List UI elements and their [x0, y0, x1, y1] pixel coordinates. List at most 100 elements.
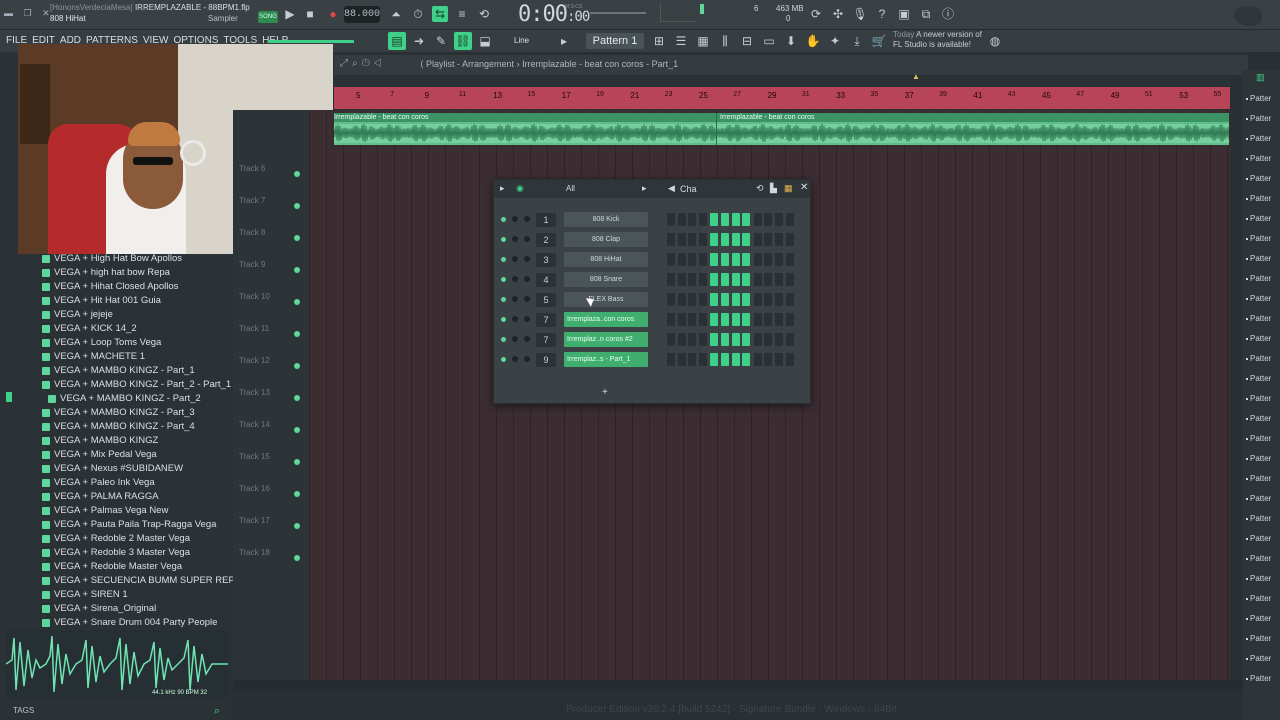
step-on[interactable] [731, 273, 740, 286]
channel-mute-led[interactable] [501, 277, 506, 282]
pattern-list-item[interactable]: Patter [1245, 414, 1271, 423]
pattern-list-item[interactable]: Patter [1245, 234, 1271, 243]
rack-filter-arrow-icon[interactable]: ▸ [642, 183, 647, 194]
step-on[interactable] [710, 313, 719, 326]
pattern-picker-icon[interactable]: ▥ [1256, 72, 1265, 83]
track-header[interactable]: Track 7 [236, 190, 306, 222]
channel-volume-knob[interactable] [524, 316, 530, 322]
step-on[interactable] [710, 333, 719, 346]
step-off[interactable] [764, 253, 773, 266]
pattern-list-item[interactable]: Patter [1245, 434, 1271, 443]
tags-label[interactable]: TAGS [13, 706, 34, 715]
channel-name-button[interactable]: 808 HiHat [564, 252, 648, 267]
step-off[interactable] [667, 313, 675, 326]
step-off[interactable] [667, 233, 675, 246]
step-off[interactable] [667, 293, 675, 306]
track-mute-led[interactable] [294, 491, 300, 497]
browser-item[interactable]: VEGA + jejeje [0, 308, 233, 322]
track-header[interactable]: Track 18 [236, 542, 306, 574]
step-on[interactable] [710, 273, 719, 286]
step-off[interactable] [764, 333, 773, 346]
step-off[interactable] [688, 333, 697, 346]
microphone-icon[interactable]: 🎙 [852, 6, 868, 22]
master-pitch-slider[interactable] [268, 40, 354, 43]
pattern-list-item[interactable]: Patter [1245, 654, 1271, 663]
step-off[interactable] [698, 253, 707, 266]
pattern-add-icon[interactable]: ⊞ [650, 32, 668, 50]
step-off[interactable] [698, 293, 707, 306]
step-off[interactable] [698, 353, 707, 366]
track-mute-led[interactable] [294, 331, 300, 337]
channel-name-button[interactable]: 808 Kick [564, 212, 648, 227]
browser-item[interactable]: VEGA + Sirena_Original [0, 602, 233, 616]
rack-filter[interactable]: All [566, 184, 575, 193]
browser-item[interactable]: VEGA + Pauta Paila Trap-Ragga Vega [0, 518, 233, 532]
tools-icon[interactable]: ✣ [830, 6, 846, 22]
step-off[interactable] [764, 293, 773, 306]
pattern-list-item[interactable]: Patter [1245, 534, 1271, 543]
channel-rack-icon[interactable]: ⊟ [738, 32, 756, 50]
step-on[interactable] [721, 353, 729, 366]
track-header[interactable]: Track 17 [236, 510, 306, 542]
track-mute-led[interactable] [294, 363, 300, 369]
channel-mute-led[interactable] [501, 257, 506, 262]
step-off[interactable] [785, 333, 794, 346]
browser-item[interactable]: VEGA + Snare Drum 004 Party People [0, 616, 233, 630]
step-off[interactable] [785, 313, 794, 326]
playlist-hscroll[interactable] [233, 680, 1243, 690]
step-on[interactable] [710, 353, 719, 366]
step-off[interactable] [753, 333, 762, 346]
browser-item[interactable]: VEGA + Loop Toms Vega [0, 336, 233, 350]
step-on[interactable] [721, 253, 729, 266]
step-on[interactable] [721, 213, 729, 226]
channel-mixer-track[interactable]: 2 [536, 233, 556, 247]
channel-volume-knob[interactable] [524, 256, 530, 262]
channel-pan-knob[interactable] [512, 276, 518, 282]
touch-icon[interactable]: ✋ [804, 32, 822, 50]
step-off[interactable] [688, 273, 697, 286]
step-off[interactable] [775, 313, 783, 326]
step-off[interactable] [677, 273, 686, 286]
step-on[interactable] [721, 233, 729, 246]
channel-volume-knob[interactable] [524, 276, 530, 282]
track-mute-led[interactable] [294, 171, 300, 177]
rack-swing-icon[interactable]: ◉ [516, 183, 524, 194]
step-off[interactable] [667, 273, 675, 286]
track-mute-led[interactable] [294, 235, 300, 241]
countdown-icon[interactable]: ⇆ [432, 6, 448, 22]
magic-icon[interactable]: ✦ [826, 32, 844, 50]
channel-name-button[interactable]: Irremplaza..con coros [564, 312, 648, 327]
browser-item[interactable]: VEGA + high hat bow Repa [0, 266, 233, 280]
master-volume-slider[interactable] [590, 12, 646, 14]
step-off[interactable] [677, 293, 686, 306]
step-off[interactable] [667, 333, 675, 346]
playlist-icon[interactable]: ☰ [672, 32, 690, 50]
track-header[interactable]: Track 10 [236, 286, 306, 318]
channel-volume-knob[interactable] [524, 236, 530, 242]
browser-item[interactable]: VEGA + PALMA RAGGA [0, 490, 233, 504]
channel-mute-led[interactable] [501, 237, 506, 242]
news-panel[interactable]: Today A newer version of FL Studio is ava… [893, 30, 982, 50]
track-header[interactable]: Track 16 [236, 478, 306, 510]
browser-item[interactable]: VEGA + Redoble Master Vega [0, 560, 233, 574]
step-off[interactable] [785, 253, 794, 266]
step-off[interactable] [698, 273, 707, 286]
channel-name-button[interactable]: FLEX Bass [564, 292, 648, 307]
step-off[interactable] [785, 273, 794, 286]
rack-keys-icon[interactable]: ▦ [784, 183, 793, 194]
pattern-list-item[interactable]: Patter [1245, 454, 1271, 463]
pattern-list-item[interactable]: Patter [1245, 554, 1271, 563]
channel-pan-knob[interactable] [512, 256, 518, 262]
pattern-list-item[interactable]: Patter [1245, 254, 1271, 263]
mixer-icon[interactable]: ⫼ [716, 32, 734, 50]
pattern-list-item[interactable]: Patter [1245, 374, 1271, 383]
arrow-right-icon[interactable]: ➜ [410, 32, 428, 50]
channel-mute-led[interactable] [501, 337, 506, 342]
stop-icon[interactable]: ■ [302, 6, 318, 22]
browser-item[interactable]: VEGA + MAMBO KINGZ - Part_2 [0, 392, 233, 406]
pattern-list-item[interactable]: Patter [1245, 674, 1271, 683]
browser-item[interactable]: VEGA + Nexus #SUBIDANEW [0, 462, 233, 476]
track-mute-led[interactable] [294, 555, 300, 561]
window-controls[interactable]: ▬ ❐ ✕ [4, 8, 54, 19]
playlist-scrollbar-top[interactable] [334, 76, 1230, 87]
